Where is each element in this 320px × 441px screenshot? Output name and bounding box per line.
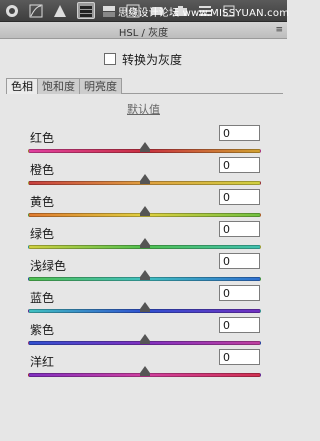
detail-triangle-icon <box>54 4 66 17</box>
slider-label: 蓝色 <box>30 291 55 305</box>
slider-value-input[interactable]: 0 <box>219 317 260 333</box>
convert-grayscale-checkbox[interactable] <box>104 53 116 65</box>
hue-slider-row: 洋红 0 <box>0 349 287 383</box>
slider-value-input[interactable]: 0 <box>219 189 260 205</box>
panel-title: HSL / 灰度 <box>118 28 169 39</box>
slider-label: 橙色 <box>30 163 55 177</box>
slider-label: 绿色 <box>30 227 55 241</box>
split-toning-icon <box>103 5 115 17</box>
slider-thumb[interactable] <box>139 270 150 280</box>
hue-slider-row: 红色 0 <box>0 125 287 159</box>
tab-hue[interactable]: 色相 <box>6 78 38 94</box>
slider-thumb[interactable] <box>139 302 150 312</box>
slider-label: 紫色 <box>30 323 55 337</box>
slider-thumb[interactable] <box>139 174 150 184</box>
slider-label: 浅绿色 <box>30 259 67 273</box>
split-toning-button[interactable] <box>100 2 118 19</box>
hsl-panel-icon <box>80 5 92 17</box>
slider-thumb[interactable] <box>139 142 150 152</box>
slider-label: 红色 <box>30 131 55 145</box>
aperture-icon <box>6 4 18 17</box>
slider-value-input[interactable]: 0 <box>219 349 260 365</box>
panel-toolbar: 思缘设计论坛 www.MISSYUAN.com <box>0 0 290 22</box>
watermark-text: 思缘设计论坛 www.MISSYUAN.com <box>118 8 290 19</box>
slider-value-input[interactable]: 0 <box>219 157 260 173</box>
panel-menu-icon[interactable]: ≡ <box>275 25 283 35</box>
slider-label: 黄色 <box>30 195 55 209</box>
slider-thumb[interactable] <box>139 334 150 344</box>
slider-thumb[interactable] <box>139 238 150 248</box>
tab-saturation[interactable]: 饱和度 <box>37 78 80 94</box>
slider-value-input[interactable]: 0 <box>219 125 260 141</box>
slider-value-input[interactable]: 0 <box>219 221 260 237</box>
hue-slider-row: 黄色 0 <box>0 189 287 223</box>
slider-value-input[interactable]: 0 <box>219 285 260 301</box>
hue-slider-row: 橙色 0 <box>0 157 287 191</box>
slider-thumb[interactable] <box>139 366 150 376</box>
default-link[interactable]: 默认值 <box>0 101 287 117</box>
slider-value-input[interactable]: 0 <box>219 253 260 269</box>
slider-thumb[interactable] <box>139 206 150 216</box>
hsl-panel-button[interactable] <box>77 2 95 19</box>
convert-grayscale-label: 转换为灰度 <box>122 52 183 67</box>
hue-slider-row: 蓝色 0 <box>0 285 287 319</box>
detail-triangle-button[interactable] <box>51 2 69 19</box>
hue-slider-row: 浅绿色 0 <box>0 253 287 287</box>
hsl-tabs: 色相 饱和度 明亮度 <box>6 78 122 94</box>
tone-curve-icon <box>29 4 43 17</box>
tone-curve-button[interactable] <box>27 2 45 19</box>
convert-grayscale-option[interactable]: 转换为灰度 <box>104 52 183 67</box>
hue-slider-row: 绿色 0 <box>0 221 287 255</box>
hue-slider-row: 紫色 0 <box>0 317 287 351</box>
tab-luminance[interactable]: 明亮度 <box>79 78 122 94</box>
slider-label: 洋红 <box>30 355 55 369</box>
aperture-button[interactable] <box>3 2 21 19</box>
panel-title-bar: HSL / 灰度 ≡ <box>0 22 287 39</box>
